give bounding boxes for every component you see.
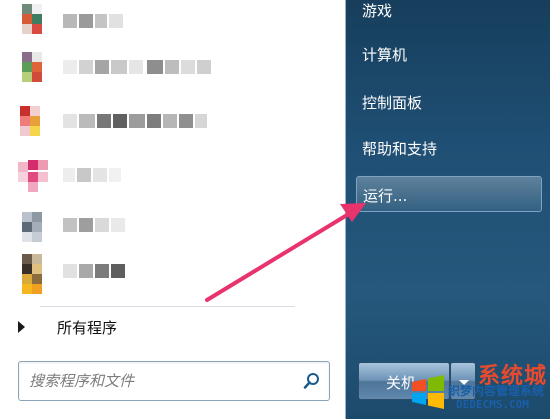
watermark-subtitle: 织梦内容管理系统 xyxy=(448,384,545,398)
windows-logo-icon xyxy=(412,375,444,409)
watermark-site: DEDECMS.COM xyxy=(456,398,529,411)
start-menu: 所有程序 游戏 计算机 控制面板 帮助和支持 运行... 关机 xyxy=(0,0,550,419)
annotation-arrow xyxy=(205,203,366,302)
watermark: 系统城 织梦内容管理系统 DEDECMS.COM xyxy=(408,358,550,419)
